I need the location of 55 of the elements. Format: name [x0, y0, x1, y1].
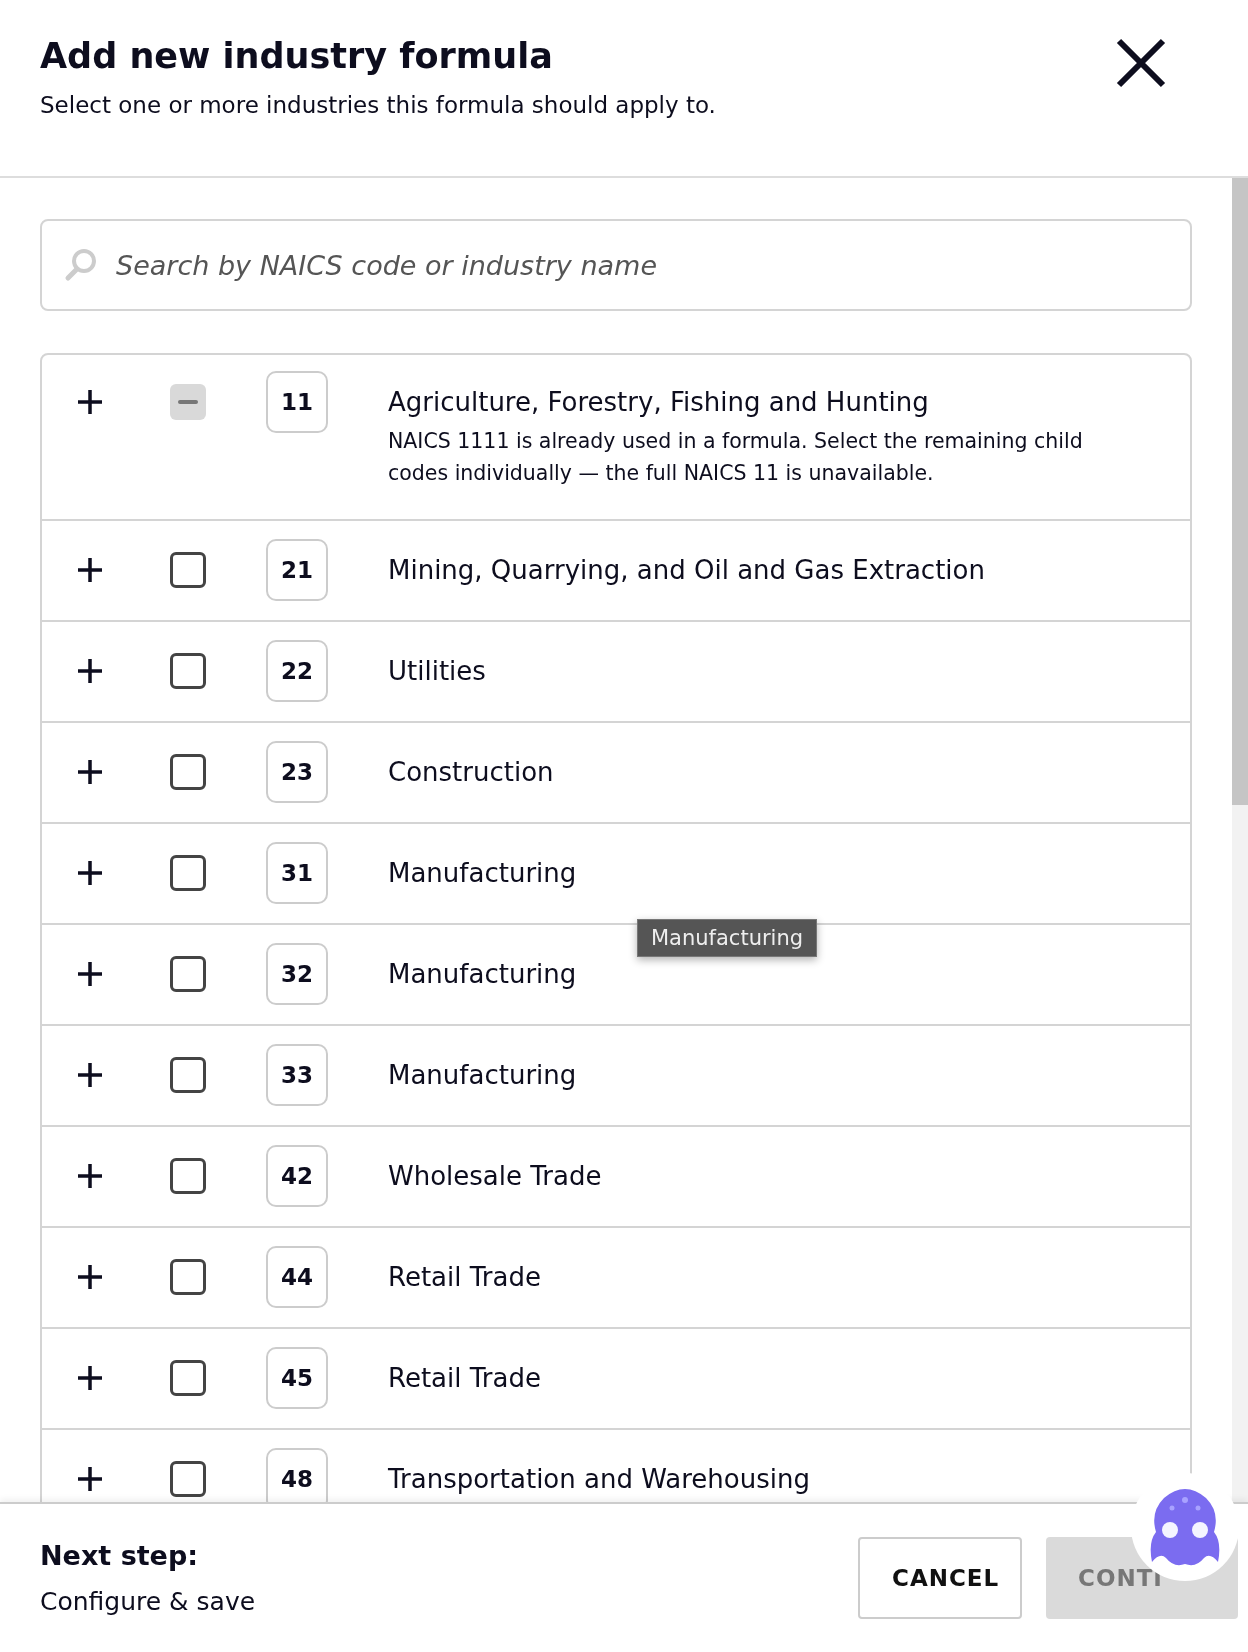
scrollbar-thumb[interactable] [1232, 178, 1248, 805]
checkbox[interactable] [170, 855, 206, 891]
checkbox[interactable] [170, 1360, 206, 1396]
plus-icon [76, 1364, 104, 1392]
tooltip: Manufacturing [637, 919, 818, 957]
naics-code: 11 [266, 371, 328, 433]
industry-name: Utilities [388, 655, 486, 688]
industry-name: Manufacturing [388, 958, 577, 991]
plus-icon [76, 1263, 104, 1291]
next-step-name: Configure & save [40, 1587, 256, 1616]
naics-code: 33 [266, 1044, 328, 1106]
next-step-label: Next step: [40, 1540, 200, 1571]
naics-code: 45 [266, 1347, 328, 1409]
dialog-subtitle: Select one or more industries this formula should apply to. [40, 92, 716, 118]
naics-code: 44 [266, 1246, 328, 1308]
checkbox[interactable] [170, 1259, 206, 1295]
naics-code: 31 [266, 842, 328, 904]
checkbox[interactable] [170, 754, 206, 790]
checkbox[interactable] [170, 1057, 206, 1093]
minus-icon [178, 400, 198, 404]
search-field[interactable]: Search by NAICS code or industry name [40, 219, 1192, 311]
plus-icon [76, 960, 104, 988]
industry-name: Retail Trade [388, 1261, 541, 1294]
close-icon [1114, 36, 1168, 90]
plus-icon [76, 1465, 104, 1493]
industry-name: Mining, Quarrying, and Oil and Gas Extraction [388, 554, 985, 587]
naics-code: 22 [266, 640, 328, 702]
plus-icon [76, 1162, 104, 1190]
cancel-button[interactable]: CANCEL [858, 1537, 1022, 1619]
industry-name: Retail Trade [388, 1362, 541, 1395]
industry-name: Wholesale Trade [388, 1160, 602, 1193]
industry-name: Manufacturing [388, 1059, 577, 1092]
naics-code: 32 [266, 943, 328, 1005]
dialog-title: Add new industry formula [40, 36, 554, 76]
checkbox[interactable] [170, 552, 206, 588]
close-button[interactable] [1114, 36, 1168, 90]
industry-name: Construction [388, 756, 554, 789]
industry-name: Manufacturing [388, 857, 577, 890]
naics-code: 21 [266, 539, 328, 601]
checkbox[interactable] [170, 1158, 206, 1194]
plus-icon [76, 758, 104, 786]
plus-icon [76, 388, 104, 416]
checkbox[interactable] [170, 1461, 206, 1497]
checkbox[interactable] [170, 956, 206, 992]
naics-code: 42 [266, 1145, 328, 1207]
plus-icon [76, 859, 104, 887]
search-icon [64, 248, 98, 282]
industry-name: Transportation and Warehousing [388, 1463, 810, 1496]
plus-icon [76, 1061, 104, 1089]
naics-code: 23 [266, 741, 328, 803]
industry-note: NAICS 1111 is already used in a formula. Select the remaining child codes individually — the full NAICS 11 is unavailable. [388, 428, 1084, 487]
industry-name: Agriculture, Forestry, Fishing and Hunting [388, 386, 929, 419]
plus-icon [76, 657, 104, 685]
plus-icon [76, 556, 104, 584]
checkbox[interactable] [170, 653, 206, 689]
